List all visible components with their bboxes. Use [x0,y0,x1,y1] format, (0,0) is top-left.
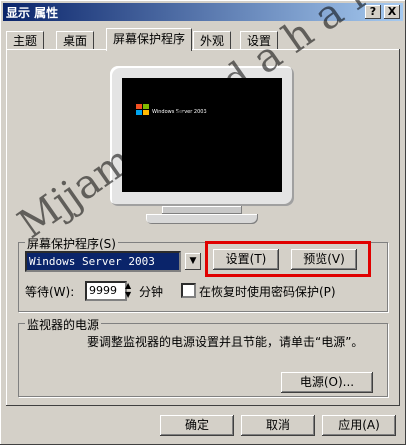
tab-theme[interactable]: 主题 [6,31,45,50]
password-checkbox[interactable] [181,283,196,298]
tab-desktop[interactable]: 桌面 [56,31,95,50]
apply-button[interactable]: 应用(A) [322,415,396,436]
power-group-label: 监视器的电源 [25,316,102,333]
ok-button[interactable]: 确定 [160,415,234,436]
cancel-button[interactable]: 取消 [241,415,315,436]
chevron-down-icon[interactable]: ▼ [185,253,201,270]
monitor-stand [162,206,242,214]
monitor-base [146,214,258,224]
tab-appearance[interactable]: 外观 [193,31,232,50]
tab-screensaver[interactable]: 屏幕保护程序 [106,28,193,51]
window-title: 显示 属性 [6,6,59,20]
minutes-label: 分钟 [139,285,164,299]
display-properties-window: 显示 属性 ? X 主题 桌面 屏幕保护程序 外观 设置 Windows Ser… [0,0,406,445]
power-button[interactable]: 电源(O)... [281,372,373,393]
close-button[interactable]: X [384,5,400,19]
spin-arrows-icon[interactable]: ▲ ▼ [125,281,131,299]
screensaver-select[interactable]: Windows Server 2003 [25,251,181,272]
screensaver-group: 屏幕保护程序(S) Windows Server 2003 ▼ 设置(T) 预览… [18,235,388,312]
wait-label: 等待(W): [25,285,75,299]
password-label: 在恢复时使用密码保护(P) [199,285,336,299]
settings-button[interactable]: 设置(T) [213,249,279,270]
power-description: 要调整监视器的电源设置并且节能，请单击“电源”。 [87,335,364,349]
power-group: 监视器的电源 要调整监视器的电源设置并且节能，请单击“电源”。 电源(O)... [18,316,388,397]
wait-input[interactable]: 9999 [85,281,127,301]
preview-button[interactable]: 预览(V) [291,249,357,270]
